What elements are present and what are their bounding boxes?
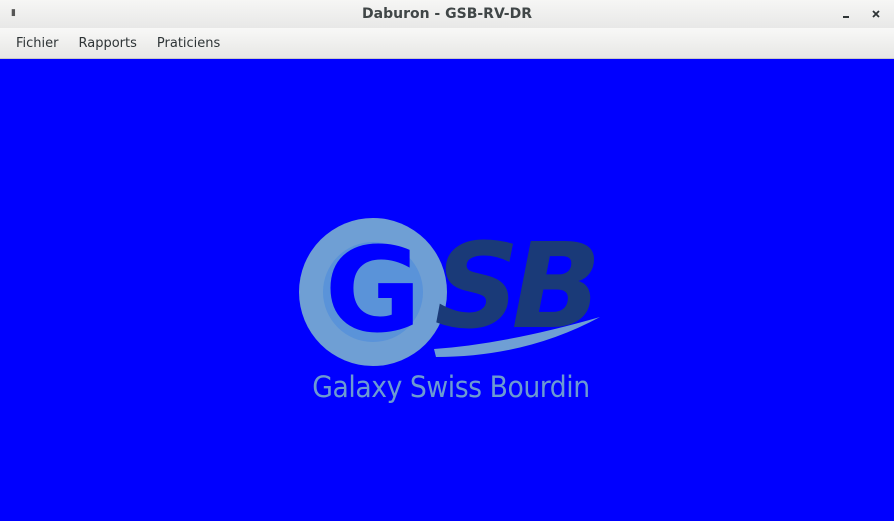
menu-rapports[interactable]: Rapports [69, 28, 147, 59]
title-bar: ▮ Daburon - GSB-RV-DR [0, 0, 894, 28]
logo-g-letter: G [325, 221, 422, 359]
main-content: G SB Galaxy Swiss Bourdin [0, 59, 894, 521]
logo-caption: Galaxy Swiss Bourdin [312, 370, 590, 404]
minimize-button[interactable] [836, 4, 856, 24]
close-icon [872, 10, 880, 18]
menu-bar: Fichier Rapports Praticiens [0, 28, 894, 59]
minimize-icon [843, 16, 849, 18]
window-title: Daburon - GSB-RV-DR [362, 6, 532, 22]
menu-fichier[interactable]: Fichier [6, 28, 69, 59]
window-menu-icon[interactable]: ▮ [11, 8, 19, 18]
close-button[interactable] [866, 4, 886, 24]
menu-praticiens[interactable]: Praticiens [147, 28, 230, 59]
logo-sb-letters: SB [435, 217, 595, 355]
